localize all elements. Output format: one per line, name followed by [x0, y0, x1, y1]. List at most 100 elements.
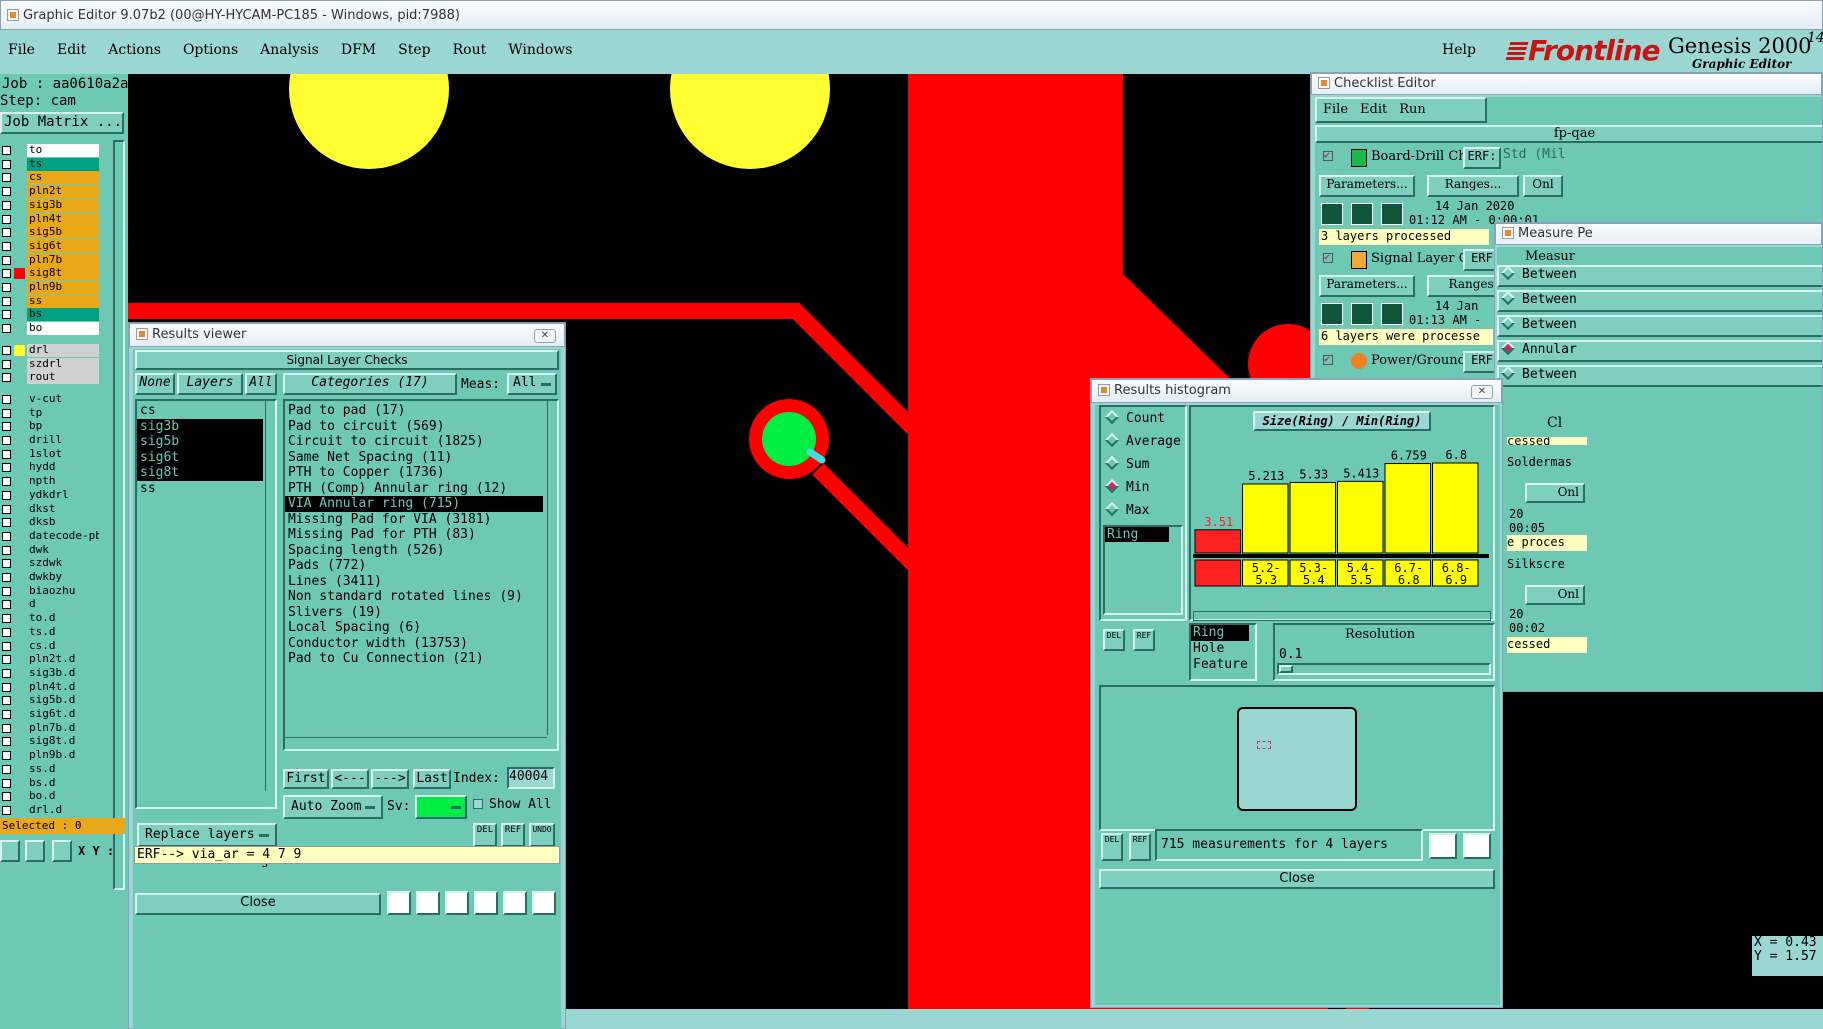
ranges-button-1[interactable]: Ranges...: [1427, 175, 1519, 197]
result-layer-item[interactable]: sig6t: [137, 449, 263, 465]
field-list[interactable]: Ring: [1103, 525, 1183, 615]
close-x-icon[interactable]: ✕: [1471, 385, 1493, 399]
category-item[interactable]: PTH (Comp) Annular ring (12): [285, 481, 543, 497]
layer-checkbox[interactable]: [2, 655, 11, 665]
run-icon[interactable]: [1351, 303, 1373, 325]
hist-bar[interactable]: [1194, 529, 1241, 554]
result-layer-item[interactable]: sig5b: [137, 434, 263, 450]
zoom-window-icon[interactable]: [1429, 833, 1457, 859]
auto-zoom-dropdown[interactable]: Auto Zoom: [283, 795, 383, 819]
checklist-menu-file[interactable]: File: [1323, 102, 1348, 117]
del-button[interactable]: DEL: [473, 823, 497, 847]
layer-checkbox[interactable]: [2, 751, 11, 761]
layer-row[interactable]: dkst: [0, 502, 100, 516]
result-layer-item[interactable]: cs: [137, 403, 263, 419]
checklist-menu-edit[interactable]: Edit: [1360, 102, 1387, 117]
layer-row[interactable]: ss.d: [0, 762, 100, 776]
layer-checkbox[interactable]: [2, 490, 11, 500]
layer-checkbox[interactable]: [2, 504, 11, 514]
all-button[interactable]: All: [245, 373, 277, 395]
category-item[interactable]: PTH to Copper (1736): [285, 465, 543, 481]
close-x-icon[interactable]: ✕: [534, 329, 556, 343]
layer-checkbox[interactable]: [2, 600, 11, 610]
layer-row[interactable]: cs: [0, 171, 100, 185]
layer-checkbox[interactable]: [2, 710, 11, 719]
layer-checkbox[interactable]: [2, 173, 11, 183]
zoom-fit-icon[interactable]: [1463, 833, 1491, 859]
hist-ref-button[interactable]: REF: [1133, 629, 1155, 651]
layer-row[interactable]: bp: [0, 420, 100, 434]
layer-row[interactable]: pln4t.d: [0, 680, 100, 694]
layer-checkbox[interactable]: [2, 792, 11, 802]
layer-checkbox[interactable]: [2, 531, 11, 541]
hist-bar[interactable]: [1384, 463, 1431, 554]
category-item[interactable]: Spacing length (526): [285, 543, 543, 559]
none-button[interactable]: None: [135, 373, 175, 395]
note-icon[interactable]: [387, 891, 411, 915]
layer-checkbox[interactable]: [2, 477, 11, 487]
radio-icon[interactable]: [1104, 501, 1120, 517]
layer-checkbox[interactable]: [2, 345, 11, 355]
layer-row[interactable]: d: [0, 598, 100, 612]
help-menu[interactable]: Help: [1442, 42, 1476, 58]
layer-row[interactable]: szdrl: [0, 357, 100, 371]
layer-row[interactable]: to: [0, 144, 100, 157]
params-button-2[interactable]: Parameters...: [1319, 275, 1415, 297]
chart-icon[interactable]: [532, 891, 556, 915]
layer-row[interactable]: pln4t: [0, 212, 100, 226]
layer-row[interactable]: drl: [0, 343, 100, 357]
layer-checkbox[interactable]: [2, 627, 11, 637]
layer-row[interactable]: pln2t: [0, 185, 100, 199]
layer-checkbox[interactable]: [2, 310, 11, 320]
layer-row[interactable]: tp: [0, 406, 100, 420]
hist-bar[interactable]: [1337, 480, 1384, 554]
frag-onl-1[interactable]: Onl: [1525, 483, 1585, 503]
layer-checkbox[interactable]: [2, 723, 11, 733]
erf-button-1[interactable]: ERF:: [1463, 147, 1501, 169]
run-icon[interactable]: [1321, 203, 1343, 225]
row-check-icon[interactable]: ✔: [1323, 355, 1333, 365]
doc-icon[interactable]: [503, 891, 527, 915]
layer-checkbox[interactable]: [2, 228, 11, 238]
mode-sum[interactable]: Sum: [1104, 455, 1185, 480]
preview-del-button[interactable]: DEL: [1101, 833, 1123, 861]
layer-checkbox[interactable]: [2, 394, 11, 404]
film-icon[interactable]: [416, 891, 440, 915]
slider-thumb[interactable]: [1279, 665, 1293, 673]
layer-checkbox[interactable]: [2, 241, 11, 251]
tool-icon-2[interactable]: [25, 840, 45, 862]
layer-checkbox[interactable]: [2, 214, 11, 224]
layer-row[interactable]: rout: [0, 371, 100, 385]
layer-row[interactable]: datecode-pb: [0, 529, 100, 543]
category-item[interactable]: Pads (772): [285, 558, 543, 574]
menu-edit[interactable]: Edit: [57, 42, 86, 58]
menu-dfm[interactable]: DFM: [341, 42, 376, 58]
undo-button[interactable]: UNDO: [529, 823, 555, 847]
mode-count[interactable]: Count: [1104, 409, 1185, 434]
radio-icon[interactable]: [1500, 290, 1516, 306]
field-ring[interactable]: Ring: [1105, 527, 1169, 542]
prev-button[interactable]: <---: [331, 769, 369, 789]
menu-options[interactable]: Options: [183, 42, 238, 58]
category-item[interactable]: Missing Pad for PTH (83): [285, 527, 543, 543]
layer-checkbox[interactable]: [2, 696, 11, 706]
layer-checkbox[interactable]: [2, 778, 11, 788]
layer-checkbox[interactable]: [2, 463, 11, 473]
category-item[interactable]: Conductor width (13753): [285, 636, 543, 652]
categories-vscroll[interactable]: [547, 401, 557, 735]
layer-row[interactable]: to.d: [0, 612, 100, 626]
layer-row[interactable]: sig8t: [0, 267, 100, 281]
onl-button-1[interactable]: Onl: [1523, 175, 1563, 197]
hist-field-item[interactable]: Hole: [1191, 641, 1249, 657]
result-layers-list[interactable]: cs sig3b sig5b sig6t sig8t ss: [135, 399, 277, 809]
hist-bar[interactable]: [1289, 481, 1336, 554]
category-item[interactable]: Local Spacing (6): [285, 620, 543, 636]
layer-row[interactable]: dksb: [0, 516, 100, 530]
tool-icon-3[interactable]: [52, 840, 72, 862]
layer-checkbox[interactable]: [2, 614, 11, 624]
layer-row[interactable]: ts: [0, 157, 100, 171]
category-item[interactable]: Non standard rotated lines (9): [285, 589, 543, 605]
layer-checkbox[interactable]: [2, 449, 11, 459]
run-icon[interactable]: [1351, 203, 1373, 225]
layer-checkbox[interactable]: [2, 422, 11, 432]
